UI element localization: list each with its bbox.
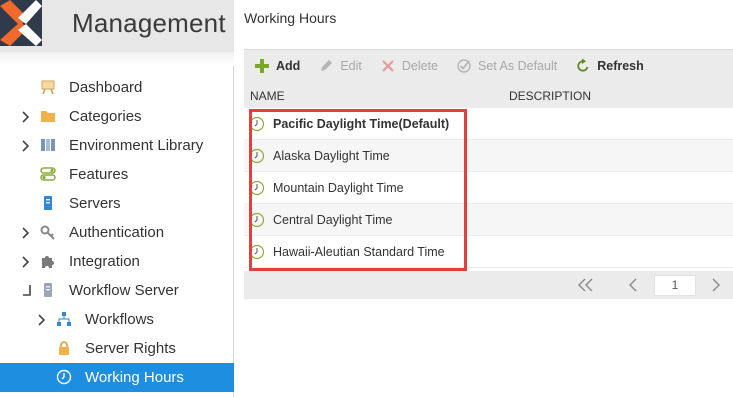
sidebar: Management Dashboard Categories Environm… [0,0,234,397]
folder-icon [40,108,56,124]
page-number-input[interactable]: 1 [654,275,696,296]
clock-icon [249,180,265,196]
row-name: Alaska Daylight Time [273,149,390,163]
table-row[interactable]: Alaska Daylight Time [244,140,733,172]
clock-icon [249,212,265,228]
product-logo [0,0,42,46]
sidebar-item-workflows[interactable]: Workflows [0,305,234,334]
clock-icon [249,148,265,164]
table-body: Pacific Daylight Time(Default) Alaska Da… [244,108,733,268]
app-title: Management [72,8,226,38]
puzzle-icon [40,253,56,269]
add-button[interactable]: Add [254,50,300,83]
sidebar-item-label: Dashboard [69,79,143,96]
main-content: Working Hours Add Edit Delete Set As Def… [234,0,733,397]
sidebar-item-label: Environment Library [69,137,204,154]
sidebar-nav: Dashboard Categories Environment Library… [0,73,234,392]
sidebar-item-environment-library[interactable]: Environment Library [0,131,234,160]
previous-page-icon[interactable] [624,275,642,295]
delete-label: Delete [401,59,438,73]
edit-label: Edit [340,59,362,73]
chevron-right-icon[interactable] [38,305,48,334]
table-row[interactable]: Central Daylight Time [244,204,733,236]
pager: 1 [244,271,733,299]
row-name: Mountain Daylight Time [273,181,404,195]
check-circle-icon [456,58,472,74]
sidebar-item-label: Authentication [69,224,165,241]
page-title: Working Hours [244,10,337,26]
table-row[interactable]: Pacific Daylight Time(Default) [244,108,733,140]
tree-branch-icon[interactable] [22,276,32,305]
sidebar-item-authentication[interactable]: Authentication [0,218,234,247]
chevron-right-icon[interactable] [22,218,32,247]
set-as-default-button[interactable]: Set As Default [456,50,557,83]
table-row[interactable]: Mountain Daylight Time [244,172,733,204]
set-as-default-label: Set As Default [478,59,558,73]
refresh-icon [575,58,591,74]
sidebar-item-label: Server Rights [85,340,176,357]
column-header-row: NAME DESCRIPTION [244,82,733,108]
pencil-icon [318,58,334,74]
sidebar-item-dashboard[interactable]: Dashboard [0,73,234,102]
chevron-right-icon[interactable] [22,247,32,276]
sidebar-item-label: Working Hours [85,369,184,386]
brand-header: Management [0,0,234,52]
sidebar-item-label: Workflows [85,311,154,328]
delete-button[interactable]: Delete [380,50,438,83]
hierarchy-icon [56,311,72,327]
chevron-right-icon[interactable] [22,102,32,131]
row-name: Central Daylight Time [273,213,393,227]
server-icon [40,195,56,211]
sidebar-item-label: Workflow Server [69,282,179,299]
row-name: Pacific Daylight Time(Default) [273,117,450,131]
key-icon [40,224,56,240]
sidebar-item-workflow-server[interactable]: Workflow Server [0,276,234,305]
sidebar-item-working-hours[interactable]: Working Hours [0,363,234,392]
sidebar-item-server-rights[interactable]: Server Rights [0,334,234,363]
toggle-icon [40,166,56,182]
add-label: Add [276,59,301,73]
column-header-name[interactable]: NAME [250,89,285,103]
library-icon [40,137,56,153]
server-tower-icon [40,282,56,298]
clock-icon [56,369,72,385]
sidebar-item-label: Categories [69,108,142,125]
next-page-icon[interactable] [707,275,725,295]
sidebar-item-label: Features [69,166,129,183]
brand-divider [0,52,234,66]
edit-button[interactable]: Edit [318,50,362,83]
refresh-button[interactable]: Refresh [575,50,644,83]
sidebar-item-servers[interactable]: Servers [0,189,234,218]
sidebar-item-label: Servers [69,195,121,212]
sidebar-item-categories[interactable]: Categories [0,102,234,131]
column-header-description[interactable]: DESCRIPTION [509,89,591,103]
plus-icon [254,58,270,74]
working-hours-grid: Add Edit Delete Set As Default Refresh N… [244,49,733,299]
chevron-right-icon[interactable] [22,131,32,160]
close-icon [380,58,396,74]
refresh-label: Refresh [597,59,644,73]
row-name: Hawaii-Aleutian Standard Time [273,245,445,259]
easel-icon [40,79,56,95]
sidebar-item-label: Integration [69,253,140,270]
clock-icon [249,244,265,260]
sidebar-item-integration[interactable]: Integration [0,247,234,276]
grid-toolbar: Add Edit Delete Set As Default Refresh [244,49,733,82]
lock-icon [56,340,72,356]
table-row[interactable]: Hawaii-Aleutian Standard Time [244,236,733,268]
sidebar-item-features[interactable]: Features [0,160,234,189]
first-page-icon[interactable] [574,275,598,295]
clock-icon [249,116,265,132]
